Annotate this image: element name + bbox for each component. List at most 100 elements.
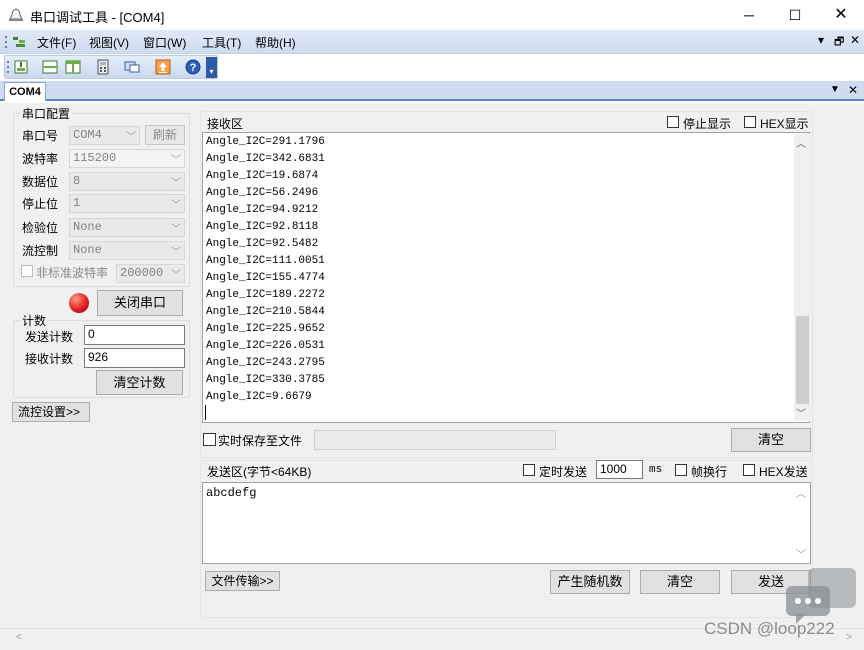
scroll-left-icon[interactable]: < [16, 632, 22, 643]
receive-line: Angle_I2C=225.9652 [206, 323, 325, 335]
receive-line: Angle_I2C=92.5482 [206, 238, 319, 250]
random-data-button[interactable]: 产生随机数 [550, 570, 630, 594]
receive-line: Angle_I2C=155.4774 [206, 272, 325, 284]
calculator-icon[interactable] [95, 59, 111, 75]
receive-line: Angle_I2C=243.2795 [206, 357, 325, 369]
flow-settings-button[interactable]: 流控设置>> [12, 402, 90, 422]
parity-select[interactable]: None ﹀ [69, 218, 185, 237]
hex-display-checkbox[interactable] [744, 116, 756, 128]
counter-title: 计数 [20, 312, 49, 329]
baud-value: 115200 [73, 151, 117, 165]
menu-view[interactable]: 视图(V) [89, 34, 129, 51]
receive-textarea[interactable]: Angle_I2C=291.1796 Angle_I2C=342.6831 Angl… [202, 132, 810, 423]
mdi-minimize-button[interactable]: ▾ [818, 33, 824, 47]
save-file-path-field[interactable] [314, 430, 556, 450]
stop-bits-label: 停止位 [22, 197, 59, 211]
data-bits-select[interactable]: 8 ﹀ [69, 172, 185, 191]
custom-baud-select[interactable]: 200000 ﹀ [116, 264, 185, 283]
newline-label: 帧换行 [691, 465, 728, 479]
tab-close-button[interactable]: ✕ [848, 83, 858, 97]
scroll-up-icon[interactable]: ︿ [796, 135, 806, 150]
newline-checkbox[interactable] [675, 464, 687, 476]
split-vertical-icon[interactable] [65, 59, 81, 75]
mdi-restore-button[interactable]: 🗗 [834, 33, 844, 52]
title-bar: 串口调试工具 - [COM4] ─ ☐ ✕ [0, 0, 864, 30]
refresh-button[interactable]: 刷新 [145, 125, 185, 145]
maximize-button[interactable]: ☐ [772, 0, 818, 30]
menu-help[interactable]: 帮助(H) [255, 34, 296, 51]
receive-line: Angle_I2C=111.0051 [206, 255, 325, 267]
menu-tools[interactable]: 工具(T) [202, 34, 241, 51]
watermark: CSDN @loop222 [704, 619, 835, 638]
stop-bits-value: 1 [73, 196, 81, 210]
custom-baud-checkbox[interactable] [21, 265, 33, 277]
app-bell-icon [9, 8, 23, 21]
serial-config-title: 串口配置 [20, 105, 73, 122]
toolbar-overflow-button[interactable]: ▾ [206, 57, 217, 78]
upload-icon[interactable] [155, 59, 171, 75]
clear-send-button[interactable]: 清空 [640, 570, 720, 594]
receive-line: Angle_I2C=330.3785 [206, 374, 325, 386]
svg-text:?: ? [190, 62, 197, 74]
save-to-file-checkbox[interactable] [203, 433, 216, 446]
stop-display-label: 停止显示 [683, 117, 732, 131]
baud-select[interactable]: 115200 ﹀ [69, 149, 185, 168]
hex-send-checkbox[interactable] [743, 464, 755, 476]
menu-file[interactable]: 文件(F) [37, 34, 76, 51]
flow-value: None [73, 243, 102, 257]
stop-bits-select[interactable]: 1 ﹀ [69, 194, 185, 213]
scroll-down-icon[interactable]: ﹀ [796, 405, 806, 420]
receive-line: Angle_I2C=92.8118 [206, 221, 319, 233]
receive-line: Angle_I2C=94.9212 [206, 204, 319, 216]
chevron-down-icon: ﹀ [171, 179, 181, 190]
data-bits-value: 8 [73, 174, 81, 188]
timed-send-checkbox[interactable] [523, 464, 535, 476]
file-transfer-button[interactable]: 文件传输>> [205, 571, 280, 591]
scroll-right-icon[interactable]: > [846, 632, 852, 643]
scroll-down-icon[interactable]: ﹀ [796, 546, 806, 561]
port-select[interactable]: COM4 ﹀ [69, 126, 140, 145]
new-icon[interactable] [13, 59, 29, 75]
send-count-label: 发送计数 [25, 330, 74, 344]
mdi-close-button[interactable]: ✕ [850, 33, 860, 47]
help-icon[interactable]: ? [185, 59, 201, 75]
close-button[interactable]: ✕ [818, 0, 864, 30]
chevron-down-icon: ﹀ [171, 271, 181, 282]
minimize-button[interactable]: ─ [726, 0, 772, 30]
clear-receive-button[interactable]: 清空 [731, 428, 811, 452]
close-port-button[interactable]: 关闭串口 [97, 290, 183, 316]
recv-count-label: 接收计数 [25, 352, 74, 366]
clear-count-button[interactable]: 清空计数 [96, 370, 183, 395]
tab-com4[interactable]: COM4 [4, 82, 46, 101]
receive-scroll-thumb[interactable] [796, 316, 809, 404]
interval-input[interactable]: 1000 [596, 460, 643, 479]
receive-line: Angle_I2C=56.2496 [206, 187, 319, 199]
baud-label: 波特率 [22, 152, 59, 166]
parity-label: 检验位 [22, 221, 59, 235]
document-tab-bar: COM4 ▼ ✕ [0, 81, 864, 101]
chevron-down-icon: ﹀ [171, 156, 181, 167]
monitor-icon[interactable] [124, 59, 140, 75]
receive-line: Angle_I2C=9.6679 [206, 391, 312, 403]
send-textarea[interactable]: abcdefg ︿ ﹀ [202, 482, 811, 564]
scroll-up-icon[interactable]: ︿ [796, 485, 806, 500]
timed-send-label: 定时发送 [539, 465, 588, 479]
menu-bar: 文件(F) 视图(V) 窗口(W) 工具(T) 帮助(H) ▾ 🗗 ✕ [0, 30, 864, 54]
port-label: 串口号 [22, 129, 59, 143]
chevron-down-icon: ﹀ [171, 201, 181, 212]
menu-window[interactable]: 窗口(W) [143, 34, 186, 51]
tab-list-dropdown-button[interactable]: ▼ [830, 84, 840, 95]
stop-display-checkbox[interactable] [667, 116, 679, 128]
send-title: 发送区(字节<64KB) [207, 465, 312, 479]
receive-line: Angle_I2C=291.1796 [206, 136, 325, 148]
custom-baud-label: 非标准波特率 [36, 266, 109, 280]
text-cursor [205, 405, 206, 420]
interval-unit: ms [649, 464, 663, 476]
save-to-file-label: 实时保存至文件 [218, 434, 303, 448]
chevron-down-icon: ﹀ [126, 133, 136, 144]
toolbar-grip-icon [7, 61, 9, 73]
split-horizontal-icon[interactable] [42, 59, 58, 75]
custom-baud-value: 200000 [120, 266, 164, 280]
receive-line: Angle_I2C=210.5844 [206, 306, 325, 318]
flow-select[interactable]: None ﹀ [69, 241, 185, 260]
